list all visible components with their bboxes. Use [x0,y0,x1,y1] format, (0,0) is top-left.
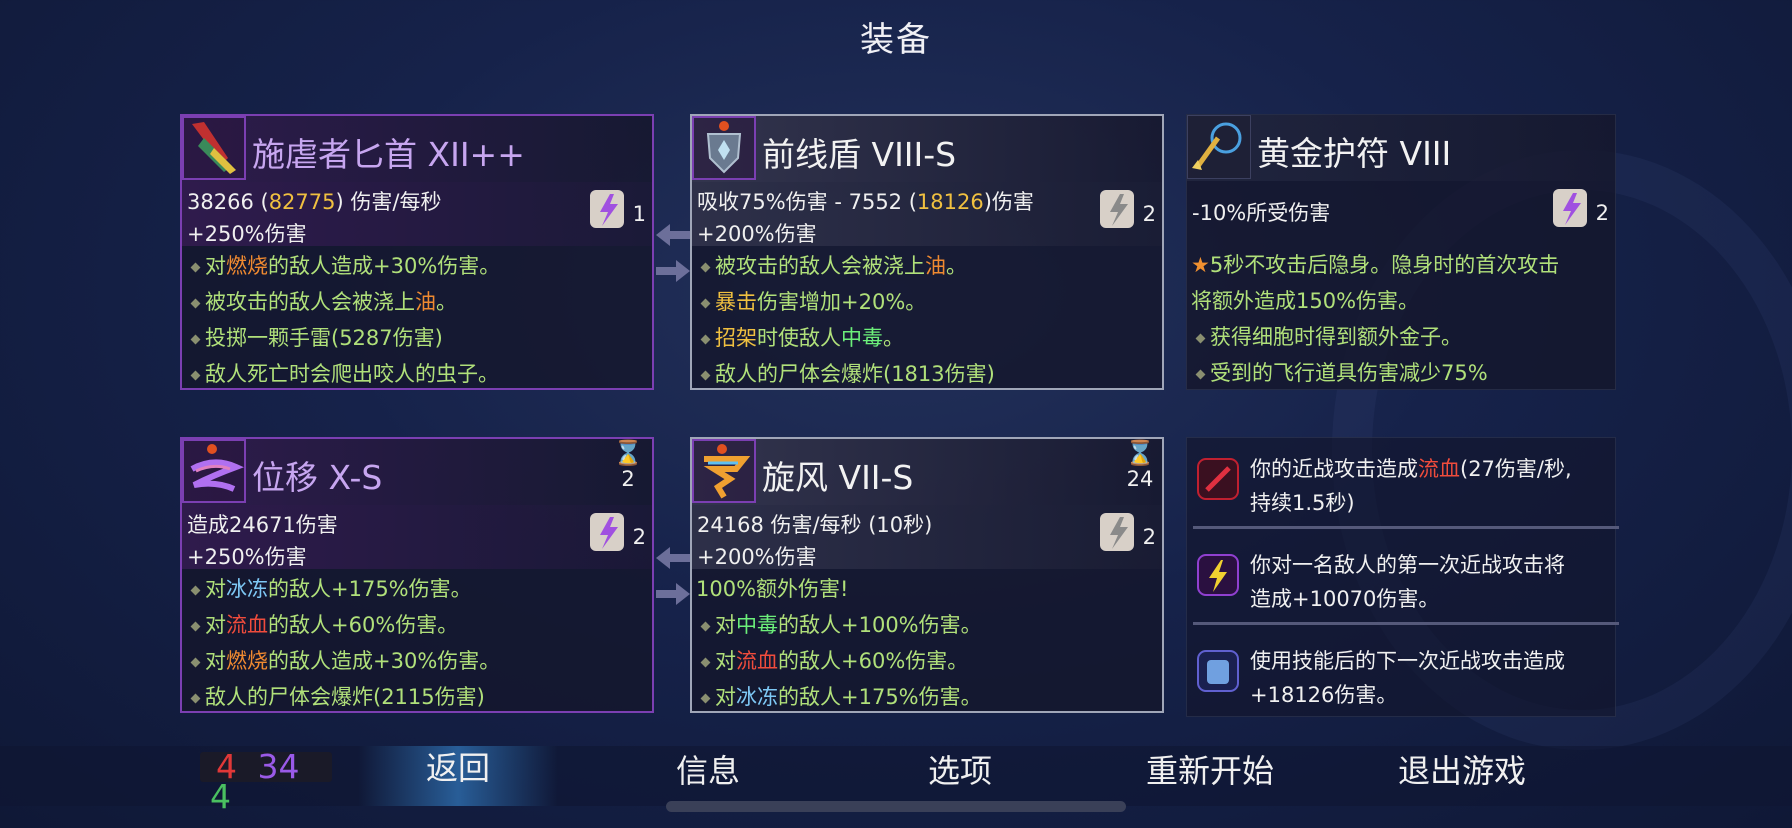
affix-line: 招架时使敌人中毒。 [700,322,904,352]
legendary-affix-line: 将额外造成150%伤害。 [1191,289,1420,313]
scroll-count: 2 [1142,525,1156,549]
bonus-stat: +250%伤害 [187,545,307,569]
shield-icon [692,116,756,180]
affix-line: 敌人的尸体会爆炸(1813伤害) [700,358,995,388]
hourglass-icon: ⌛ [613,439,643,467]
info-button[interactable]: 信息 [608,746,808,792]
scroll-icon [586,507,630,557]
dps-stat: 38266 (82775) 伤害/每秒 [187,190,442,214]
lightning-mutation-icon [1195,552,1241,598]
item-name: 黄金护符 VIII [1257,134,1452,173]
item-name: 旋风 VII-S [762,458,914,497]
tactics-count: 34 [257,747,300,786]
weapon-card-primary[interactable]: 施虐者匕首 XII++ 38266 (82775) 伤害/每秒 +250%伤害 … [180,114,654,390]
bonus-stat: +200%伤害 [697,222,817,246]
scroll-count: 2 [1142,202,1156,226]
bleed-mutation-icon [1195,456,1241,502]
extra-affix-line: 100%额外伤害! [696,577,849,601]
bonus-stat: +250%伤害 [187,222,307,246]
affix-line: 被攻击的敌人会被浇上油。 [190,286,457,316]
affix-line: 对燃烧的敌人造成+30%伤害。 [190,250,500,280]
weapon-card-secondary[interactable]: 前线盾 VIII-S 吸收75%伤害 - 7552 (18126)伤害 +200… [690,114,1164,390]
affix-line: 敌人死亡时会爬出咬人的虫子。 [190,358,499,388]
scroll-count: 2 [632,525,646,549]
affix-line: 对中毒的敌人+100%伤害。 [700,609,982,639]
restart-button[interactable]: 重新开始 [1110,746,1310,792]
scroll-icon [586,184,630,234]
affix-line: 对冰冻的敌人+175%伤害。 [700,681,982,711]
mutations-panel: 你的近战攻击造成流血(27伤害/秒, 持续1.5秒) 你对一名敌人的第一次近战攻击… [1186,437,1619,717]
scroll-count: 1 [632,202,646,226]
swap-right-icon[interactable] [676,583,690,605]
bonus-stat: +200%伤害 [697,545,817,569]
affix-line: 对流血的敌人+60%伤害。 [700,645,968,675]
scroll-mutation-icon [1195,648,1241,694]
quit-button[interactable]: 退出游戏 [1362,746,1562,792]
tornado-icon [692,439,756,503]
star-icon: ★ [1191,253,1210,277]
scroll-icon [1549,183,1593,233]
affix-line: 对燃烧的敌人造成+30%伤害。 [190,645,500,675]
affix-line: 暴击伤害增加+20%。 [700,286,926,316]
dagger-icon [182,116,246,180]
swap-left-icon[interactable] [656,224,670,246]
page-title: 装备 [860,20,932,60]
swap-right-icon[interactable] [676,260,690,282]
affix-line: 投掷一颗手雷(5287伤害) [190,322,443,352]
amulet-card[interactable]: 黄金护符 VIII -10%所受伤害 2 ★5秒不攻击后隐身。隐身时的首次攻击 … [1186,114,1616,390]
affix-line: 对冰冻的敌人+175%伤害。 [190,573,472,603]
block-stat: 吸收75%伤害 - 7552 (18126)伤害 [697,190,1034,214]
damage-stat: 造成24671伤害 [187,513,338,537]
scroll-icon [1096,184,1140,234]
item-name: 施虐者匕首 XII++ [252,135,525,174]
affix-line: 获得细胞时得到额外金子。 [1195,321,1462,351]
hourglass-icon: ⌛ [1125,439,1155,467]
item-name: 位移 X-S [252,458,383,497]
scroll-icon [1096,507,1140,557]
swap-left-icon[interactable] [656,547,670,569]
legendary-affix-line: ★5秒不攻击后隐身。隐身时的首次攻击 [1191,253,1560,277]
affix-line: 被攻击的敌人会被浇上油。 [700,250,967,280]
skill-card-primary[interactable]: 位移 X-S ⌛ 2 造成24671伤害 +250%伤害 2 对冰冻的敌人+175… [180,437,654,713]
survival-count: 4 [210,777,231,816]
scroll-stats: 4 34 4 [200,750,332,813]
skill-card-secondary[interactable]: 旋风 VII-S ⌛ 24 24168 伤害/每秒 (10秒) +200%伤害 2… [690,437,1164,713]
item-name: 前线盾 VIII-S [762,135,957,174]
resist-stat: -10%所受伤害 [1192,201,1331,225]
affix-line: 对流血的敌人+60%伤害。 [190,609,458,639]
cooldown: ⌛ 2 [610,439,646,491]
home-indicator [666,801,1126,812]
cooldown: ⌛ 24 [1120,439,1160,491]
amulet-icon [1187,115,1251,179]
phase-icon [182,439,246,503]
dps-stat: 24168 伤害/每秒 (10秒) [697,513,933,537]
affix-line: 受到的飞行道具伤害减少75% [1195,357,1488,387]
options-button[interactable]: 选项 [860,746,1060,792]
back-button[interactable]: 返回 [358,746,558,806]
affix-line: 敌人的尸体会爆炸(2115伤害) [190,681,485,711]
scroll-count: 2 [1595,201,1609,225]
